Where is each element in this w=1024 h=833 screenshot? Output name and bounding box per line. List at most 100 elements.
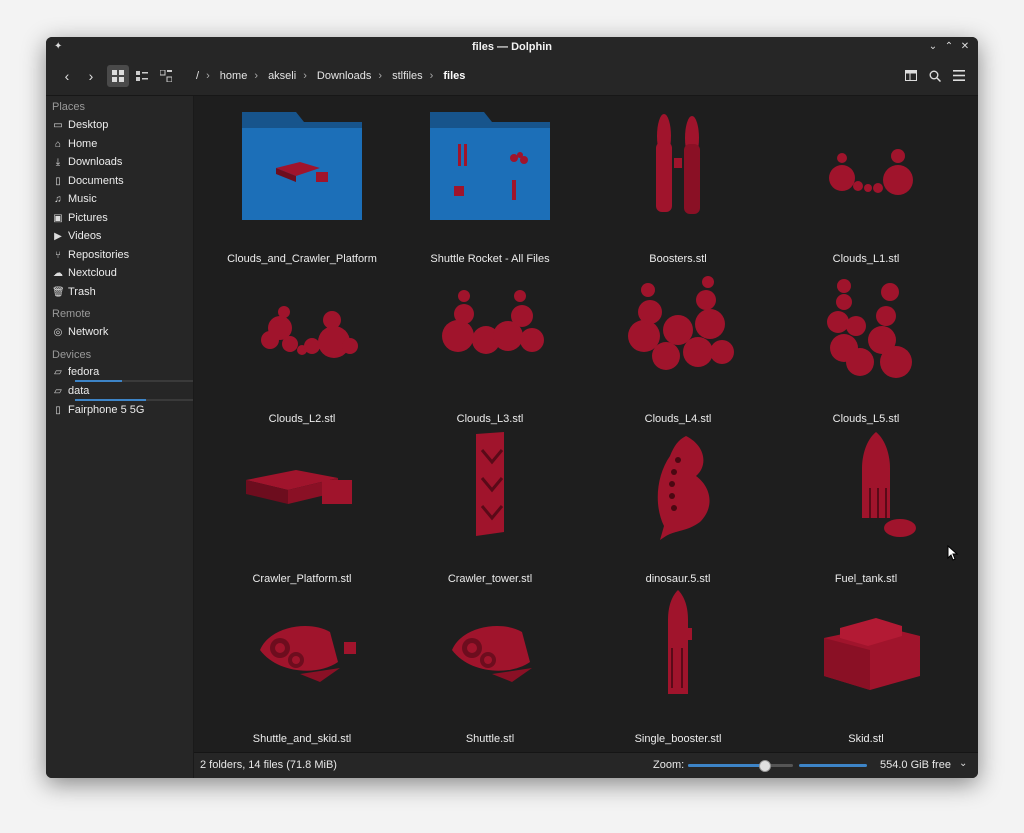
toolbar: ‹ › / › home › akseli › Downloads › stlfiles… [46,59,978,96]
file-item[interactable]: Single_booster.stl [584,588,772,748]
stl-model-thumbnail [396,588,584,718]
file-item[interactable]: Skid.stl [772,588,960,748]
file-name: Fuel_tank.stl [834,573,898,585]
stl-model-thumbnail [396,428,584,558]
file-item[interactable]: Fuel_tank.stl [772,428,960,588]
zoom-slider-handle[interactable] [758,760,771,772]
close-icon[interactable]: ✕ [958,40,972,54]
hamburger-menu-button[interactable] [948,65,970,87]
videos-icon: ▶ [54,231,62,242]
sidebar-item-home[interactable]: ⌂ Home [52,136,188,153]
stl-model-thumbnail [584,428,772,558]
sidebar-item-documents[interactable]: ▯ Documents [52,173,188,190]
split-view-button[interactable] [900,65,922,87]
file-item[interactable]: Clouds_L2.stl [208,268,396,428]
sidebar-item-data[interactable]: ▱ data [52,383,193,401]
capacity-bar [75,380,193,382]
file-name: Crawler_tower.stl [447,573,533,585]
desktop-icon: ▭ [53,120,63,131]
file-item[interactable]: dinosaur.5.stl [584,428,772,588]
search-button[interactable] [924,65,946,87]
drive-icon: ▱ [54,367,62,378]
home-icon: ⌂ [54,139,62,150]
stl-model-thumbnail [396,268,584,398]
file-item[interactable]: Clouds_L3.stl [396,268,584,428]
zoom-label: Zoom: [653,759,685,771]
breadcrumb: / › home › akseli › Downloads › stlfiles › fi… [196,70,472,82]
status-summary: 2 folders, 14 files (71.8 MiB) [200,759,337,771]
sidebar-item-videos[interactable]: ▶ Videos [52,228,188,245]
file-item[interactable]: Shuttle_and_skid.stl [208,588,396,748]
breadcrumb-downloads[interactable]: Downloads [317,70,371,82]
file-item[interactable]: Boosters.stl [584,108,772,268]
sidebar-item-pictures[interactable]: ▣ Pictures [52,210,188,227]
stl-model-thumbnail [208,428,396,558]
sidebar-item-fedora[interactable]: ▱ fedora [52,364,193,382]
search-icon [929,70,942,83]
stl-model-thumbnail [584,588,772,718]
back-button[interactable]: ‹ [56,65,78,87]
chevron-down-icon[interactable]: ⌄ [959,758,967,769]
file-item[interactable]: Clouds_L5.stl [772,268,960,428]
stl-model-thumbnail [584,268,772,398]
file-name: Single_booster.stl [634,733,722,745]
breadcrumb-files[interactable]: files [443,70,465,82]
breadcrumb-root[interactable]: / [196,70,199,82]
stl-model-thumbnail [772,588,960,718]
window-title: files — Dolphin [471,41,553,53]
cloud-icon: ☁ [53,268,63,279]
chevron-right-icon: › [254,70,258,82]
free-space-text[interactable]: 554.0 GiB free [880,759,951,771]
file-item[interactable]: Shuttle Rocket - All Files [396,108,584,268]
breadcrumb-home[interactable]: home [220,70,248,82]
file-name: Clouds_L5.stl [832,413,900,425]
file-name: dinosaur.5.stl [645,573,711,585]
sidebar-item-fairphone[interactable]: ▯ Fairphone 5 5G [52,402,188,419]
file-item[interactable]: Clouds_L4.stl [584,268,772,428]
sidebar-item-nextcloud[interactable]: ☁ Nextcloud [52,265,188,282]
places-section-label: Places [52,101,86,113]
document-icon: ▯ [55,176,61,187]
dolphin-window: ✦ files — Dolphin ⌄ ⌃ ✕ ‹ › / › home › aks… [46,37,978,778]
file-item[interactable]: Clouds_L1.stl [772,108,960,268]
download-icon: ⤓ [55,157,61,168]
stl-model-thumbnail [772,268,960,398]
folder-icon [208,108,396,238]
zoom-slider[interactable] [688,760,793,772]
breadcrumb-stlfiles[interactable]: stlfiles [392,70,423,82]
file-item[interactable]: Crawler_tower.stl [396,428,584,588]
places-sidebar: Places ▭ Desktop ⌂ Home ⤓ Downloads ▯ Docume… [46,96,194,778]
sidebar-item-trash[interactable]: 🗑 Trash [52,284,188,301]
breadcrumb-akseli[interactable]: akseli [268,70,296,82]
stl-model-thumbnail [772,428,960,558]
file-name: Boosters.stl [649,253,707,265]
details-view-button[interactable] [155,65,177,87]
icons-view-button[interactable] [107,65,129,87]
titlebar: ✦ files — Dolphin ⌄ ⌃ ✕ [46,37,978,59]
sidebar-item-network[interactable]: ◎ Network [52,324,188,341]
file-name: Shuttle.stl [465,733,515,745]
file-name: Crawler_Platform.stl [252,573,352,585]
forward-button[interactable]: › [80,65,102,87]
sidebar-item-desktop[interactable]: ▭ Desktop [52,117,188,134]
minimize-icon[interactable]: ⌄ [926,40,940,54]
file-item[interactable]: Clouds_and_Crawler_Platform [208,108,396,268]
maximize-icon[interactable]: ⌃ [942,40,956,54]
zoom-slider-fill [688,764,764,767]
sidebar-item-downloads[interactable]: ⤓ Downloads [52,154,188,171]
pictures-icon: ▣ [53,213,63,224]
file-item[interactable]: Shuttle.stl [396,588,584,748]
free-space-bar [799,764,867,767]
status-bar: 2 folders, 14 files (71.8 MiB) Zoom: 554… [194,752,978,778]
compact-view-button[interactable] [131,65,153,87]
sidebar-item-repositories[interactable]: ⑂ Repositories [52,247,188,264]
sidebar-item-music[interactable]: ♫ Music [52,191,188,208]
file-name: Clouds_L1.stl [832,253,900,265]
file-name: Clouds_L3.stl [456,413,524,425]
devices-section-label: Devices [52,349,92,361]
hamburger-icon [953,70,965,81]
stl-model-thumbnail [584,108,772,238]
file-name: Clouds_L4.stl [644,413,712,425]
file-item[interactable]: Crawler_Platform.stl [208,428,396,588]
file-view: Clouds_and_Crawler_Platform Shuttle Rock… [194,96,978,753]
